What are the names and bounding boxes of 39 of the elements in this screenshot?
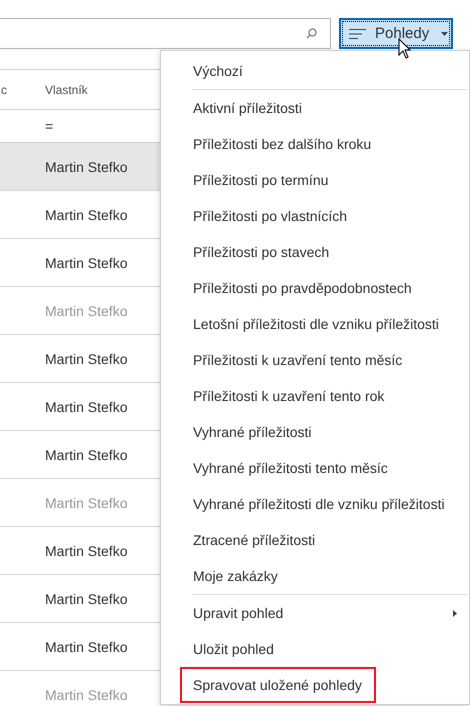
submenu-arrow-icon — [453, 610, 457, 616]
table-cell: Martin Stefko — [45, 446, 128, 462]
table-cell: Martin Stefko — [45, 542, 128, 558]
menu-item[interactable]: Letošní příležitosti dle vzniku příležitosti — [161, 306, 469, 342]
column-header[interactable]: Vlastník — [45, 82, 88, 96]
table-cell: Martin Stefko — [45, 158, 128, 174]
table-cell: Martin Stefko — [45, 302, 128, 318]
table-cell: Martin Stefko — [45, 494, 128, 510]
menu-item[interactable]: Spravovat uložené pohledy — [180, 667, 376, 703]
table-cell: Martin Stefko — [45, 686, 128, 702]
table-cell: Martin Stefko — [45, 590, 128, 606]
views-button[interactable]: Pohledy — [339, 18, 453, 49]
menu-item[interactable]: Příležitosti k uzavření tento rok — [161, 378, 469, 414]
table-cell: Martin Stefko — [45, 398, 128, 414]
menu-item[interactable]: Příležitosti po termínu — [161, 162, 469, 198]
menu-item[interactable]: Příležitosti bez dalšího kroku — [161, 126, 469, 162]
column-header[interactable]: c — [1, 82, 7, 96]
menu-item[interactable]: Uložit pohled — [161, 631, 469, 667]
table-cell: Martin Stefko — [45, 350, 128, 366]
search-icon — [306, 28, 317, 39]
lines-icon — [349, 28, 366, 38]
menu-item[interactable]: Vyhrané příležitosti dle vzniku příležitosti — [161, 486, 469, 522]
table-cell: Martin Stefko — [45, 206, 128, 222]
search-field[interactable] — [0, 18, 331, 49]
menu-item[interactable]: Aktivní příležitosti — [161, 90, 469, 126]
filter-operator[interactable]: = — [45, 118, 54, 134]
menu-item[interactable]: Příležitosti po pravděpodobnostech — [161, 270, 469, 306]
menu-item[interactable]: Ztracené příležitosti — [161, 522, 469, 558]
menu-item[interactable]: Výchozí — [161, 53, 469, 89]
menu-item[interactable]: Příležitosti po stavech — [161, 234, 469, 270]
menu-item[interactable]: Vyhrané příležitosti tento měsíc — [161, 450, 469, 486]
menu-item[interactable]: Příležitosti k uzavření tento měsíc — [161, 342, 469, 378]
menu-item[interactable]: Příležitosti po vlastnících — [161, 198, 469, 234]
table-cell: Martin Stefko — [45, 254, 128, 270]
menu-item[interactable]: Vyhrané příležitosti — [161, 414, 469, 450]
caret-icon — [441, 32, 448, 36]
table-cell: Martin Stefko — [45, 638, 128, 654]
menu-item[interactable]: Moje zakázky — [161, 558, 469, 594]
menu-item[interactable]: Upravit pohled — [161, 595, 469, 631]
